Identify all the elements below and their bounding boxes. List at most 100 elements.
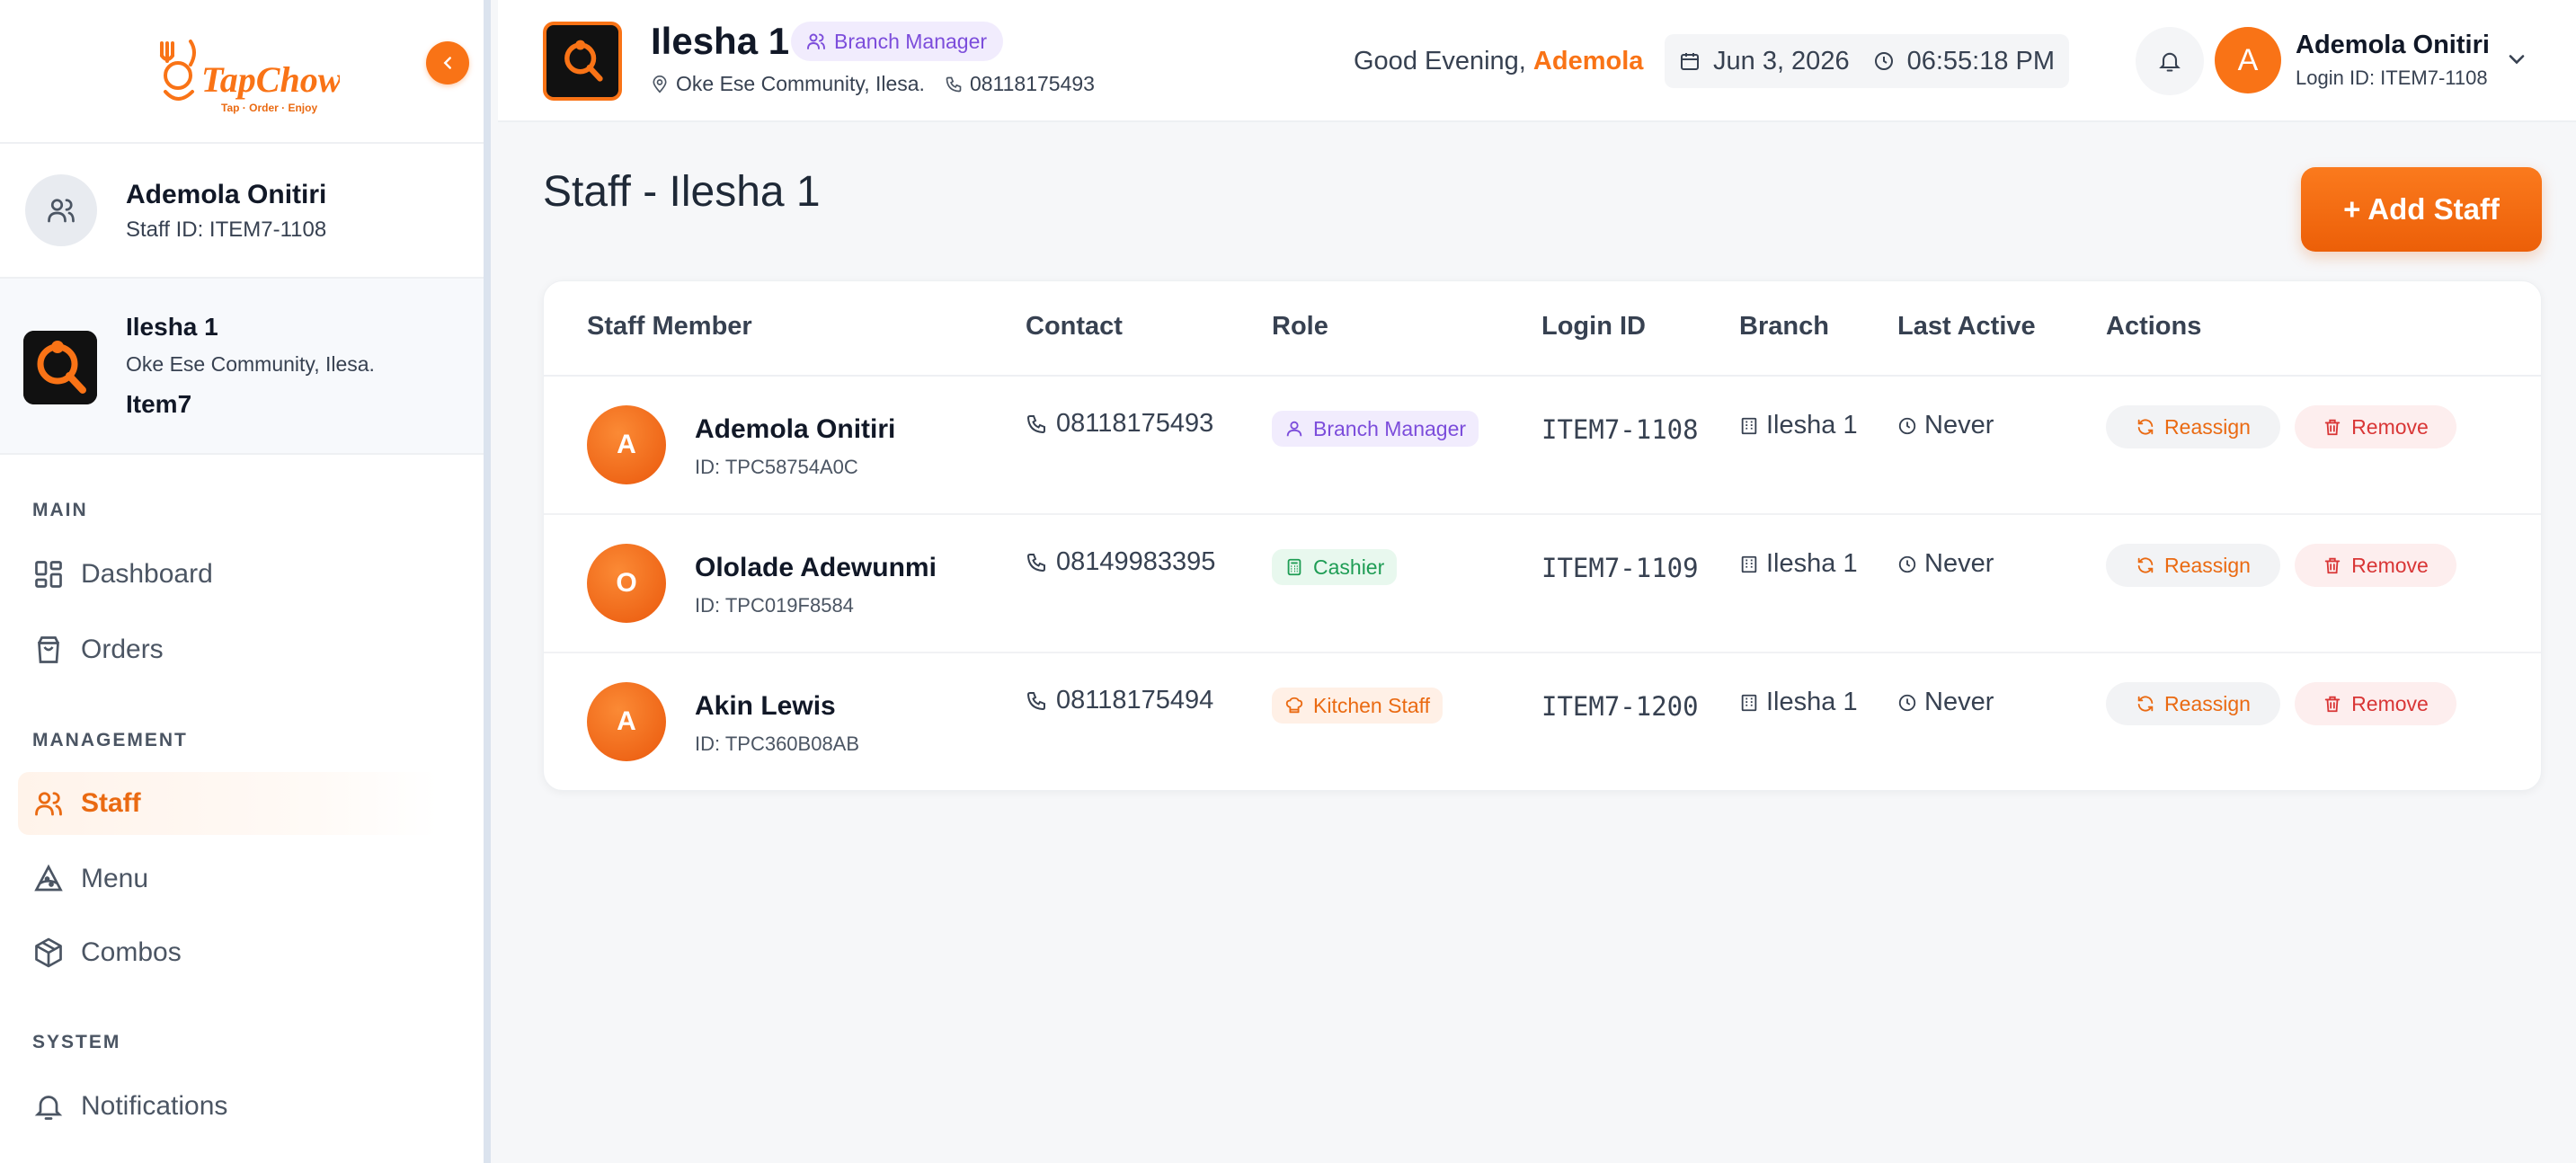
users-icon xyxy=(807,33,825,49)
staff-branch: Ilesha 1 xyxy=(1739,549,1858,579)
grid-icon xyxy=(35,561,62,588)
header-role-label: Branch Manager xyxy=(834,29,988,53)
nav-section-management: MANAGEMENT xyxy=(32,730,188,750)
remove-label: Remove xyxy=(2351,691,2429,715)
clock-icon xyxy=(1874,52,1893,70)
pizza-icon xyxy=(34,864,63,892)
branch-name: Ilesha 1 xyxy=(1766,411,1858,439)
staff-contact: 08118175493 xyxy=(1026,409,1213,439)
avatar: O xyxy=(587,544,666,623)
sidebar-item-label: Orders xyxy=(81,635,164,664)
staff-contact: 08118175494 xyxy=(1026,686,1213,715)
sidebar: TapChow Tap · Order · Enjoy Ademola Onit… xyxy=(0,0,491,1163)
column-header: Actions xyxy=(2106,312,2202,341)
sidebar-item-label: Notifications xyxy=(81,1091,228,1121)
remove-button[interactable]: Remove xyxy=(2295,682,2456,725)
last-active-value: Never xyxy=(1924,549,1994,578)
sidebar-branch-code: Item7 xyxy=(126,390,192,418)
sidebar-item-notifications[interactable]: Notifications xyxy=(18,1075,439,1138)
reassign-button[interactable]: Reassign xyxy=(2106,682,2280,725)
user-icon xyxy=(1286,421,1302,437)
sidebar-item-dashboard[interactable]: Dashboard xyxy=(18,543,439,606)
staff-branch: Ilesha 1 xyxy=(1739,688,1858,717)
top-header: Ilesha 1 Branch Manager Oke Ese Communit… xyxy=(498,0,2576,122)
tapchow-logo[interactable]: TapChow Tap · Order · Enjoy xyxy=(151,34,342,124)
chevron-down-icon xyxy=(2509,55,2525,65)
trash-icon xyxy=(2324,557,2341,574)
staff-phone: 08118175494 xyxy=(1056,686,1214,715)
staff-last-active: Never xyxy=(1897,549,1994,579)
notifications-button[interactable] xyxy=(2136,27,2204,95)
logo-tagline: Tap · Order · Enjoy xyxy=(221,102,317,114)
user-menu-toggle[interactable] xyxy=(2504,47,2529,76)
avatar[interactable]: A xyxy=(2215,27,2281,93)
branch-name: Ilesha 1 xyxy=(1766,688,1858,716)
column-header: Branch xyxy=(1739,312,1829,341)
staff-login-id: ITEM7-1109 xyxy=(1541,553,1699,583)
sidebar-item-label: Combos xyxy=(81,937,182,967)
header-branch-logo xyxy=(543,22,622,101)
avatar: A xyxy=(587,405,666,484)
sidebar-branch-name: Ilesha 1 xyxy=(126,313,218,341)
sidebar-item-orders[interactable]: Orders xyxy=(18,618,439,681)
staff-branch: Ilesha 1 xyxy=(1739,411,1858,440)
greeting: Good Evening, Ademola xyxy=(1354,47,1643,76)
phone-icon xyxy=(946,76,962,92)
staff-table: Staff Member Contact Role Login ID Branc… xyxy=(543,280,2542,791)
sidebar-item-combos[interactable]: Combos xyxy=(18,921,439,984)
users-icon xyxy=(35,792,62,816)
reassign-button[interactable]: Reassign xyxy=(2106,544,2280,587)
sidebar-user-card: Ademola Onitiri Staff ID: ITEM7-1108 xyxy=(0,144,484,279)
refresh-icon xyxy=(2137,696,2154,712)
remove-label: Remove xyxy=(2351,414,2429,439)
staff-last-active: Never xyxy=(1897,688,1994,717)
sidebar-user-name: Ademola Onitiri xyxy=(126,180,327,209)
column-header: Role xyxy=(1272,312,1328,341)
refresh-icon xyxy=(2137,419,2154,435)
box-icon xyxy=(35,937,62,968)
role-label: Cashier xyxy=(1313,555,1385,579)
sidebar-staff-id: Staff ID: ITEM7-1108 xyxy=(126,218,327,242)
reassign-button[interactable]: Reassign xyxy=(2106,405,2280,448)
trash-icon xyxy=(2324,419,2341,436)
phone-icon xyxy=(1026,414,1045,433)
date-time-display: Jun 3, 2026 06:55:18 PM xyxy=(1665,34,2070,88)
chevron-left-icon xyxy=(443,57,451,69)
header-branch-details: Oke Ese Community, Ilesa. 08118175493 xyxy=(651,72,1095,96)
header-branch-name: Ilesha 1 xyxy=(651,20,790,62)
role-badge: Cashier xyxy=(1272,549,1398,585)
calendar-icon xyxy=(1681,53,1699,70)
collapse-sidebar-button[interactable] xyxy=(426,41,469,84)
sidebar-item-label: Menu xyxy=(81,864,149,893)
role-badge: Kitchen Staff xyxy=(1272,688,1443,724)
staff-name: Akin Lewis xyxy=(695,691,836,721)
reassign-label: Reassign xyxy=(2164,691,2251,715)
building-icon xyxy=(1741,694,1757,711)
sidebar-branch-address: Oke Ese Community, Ilesa. xyxy=(126,352,375,376)
role-badge: Branch Manager xyxy=(1272,411,1479,447)
reassign-label: Reassign xyxy=(2164,553,2251,577)
last-active-value: Never xyxy=(1924,411,1994,439)
logo-bar: TapChow Tap · Order · Enjoy xyxy=(0,0,484,144)
staff-name: Ademola Onitiri xyxy=(695,414,896,444)
current-time: 06:55:18 PM xyxy=(1906,46,2056,75)
header-address: Oke Ese Community, Ilesa. xyxy=(676,72,925,95)
sidebar-item-menu[interactable]: Menu xyxy=(18,848,439,910)
sidebar-item-staff[interactable]: Staff xyxy=(18,772,439,835)
trash-icon xyxy=(2324,696,2341,713)
role-label: Branch Manager xyxy=(1313,416,1467,440)
sidebar-branch-card: Ilesha 1 Oke Ese Community, Ilesa. Item7 xyxy=(0,279,484,455)
add-staff-button[interactable]: + Add Staff xyxy=(2301,167,2542,252)
remove-button[interactable]: Remove xyxy=(2295,544,2456,587)
building-icon xyxy=(1741,417,1757,434)
clock-icon xyxy=(1898,417,1916,434)
current-date: Jun 3, 2026 xyxy=(1713,46,1850,75)
header-user-name[interactable]: Ademola Onitiri xyxy=(2296,31,2490,60)
staff-last-active: Never xyxy=(1897,411,1994,440)
nav-section-main: MAIN xyxy=(32,500,88,520)
branch-name: Ilesha 1 xyxy=(1766,549,1858,578)
column-header: Last Active xyxy=(1897,312,2036,341)
remove-button[interactable]: Remove xyxy=(2295,405,2456,448)
calculator-icon xyxy=(1287,558,1301,576)
bag-icon xyxy=(38,636,59,663)
